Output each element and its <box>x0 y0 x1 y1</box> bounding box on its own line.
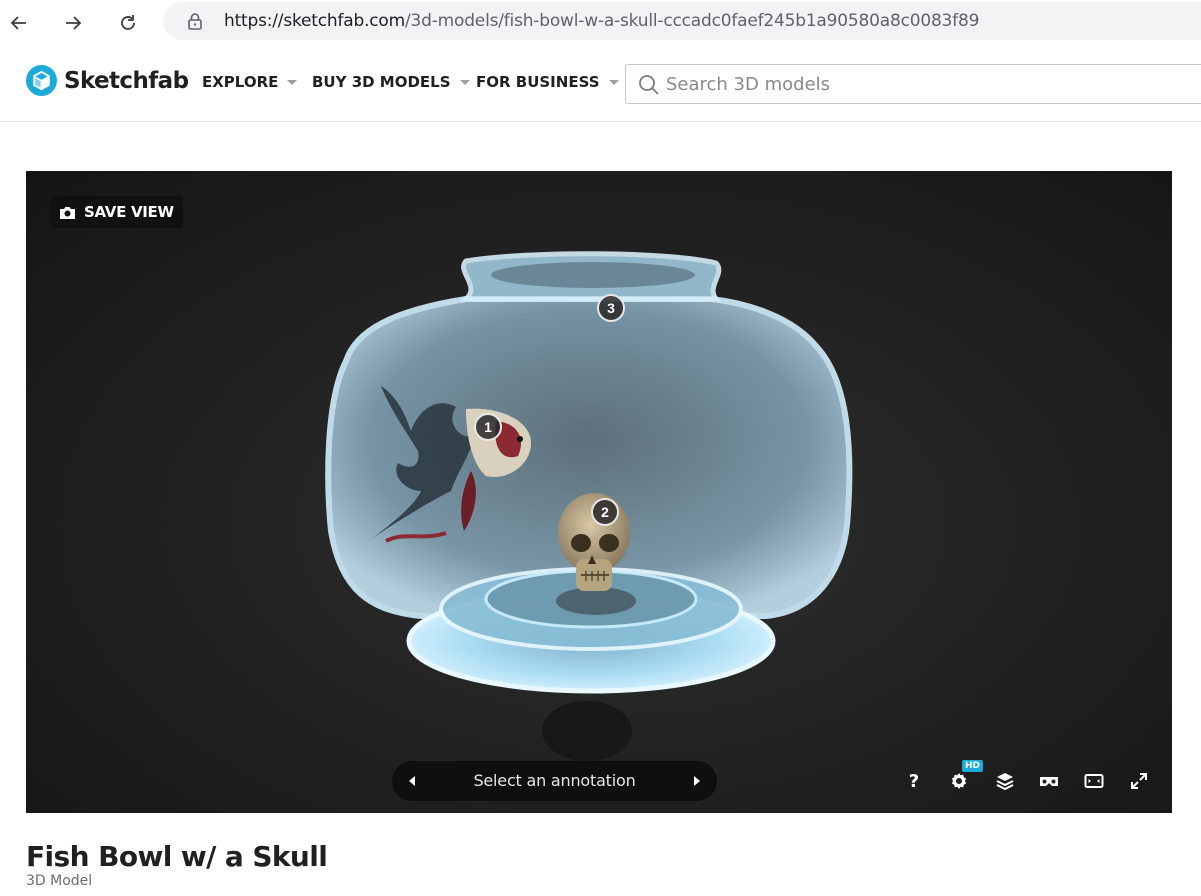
help-button[interactable]: ? <box>901 768 927 794</box>
triangle-left-icon <box>409 776 415 786</box>
hd-badge: HD <box>962 760 984 772</box>
caret-down-icon <box>608 79 619 85</box>
search-box[interactable] <box>625 64 1201 104</box>
menu-business-label: FOR BUSINESS <box>476 73 600 91</box>
search-input[interactable] <box>666 65 1201 103</box>
caret-down-icon <box>287 79 298 85</box>
vr-headset-icon <box>1040 777 1058 786</box>
search-icon <box>639 75 659 95</box>
annotation-label[interactable]: Select an annotation <box>432 771 677 790</box>
gear-icon <box>951 773 967 789</box>
camera-icon <box>60 206 75 219</box>
sketchfab-logo[interactable]: Sketchfab <box>26 65 189 96</box>
next-annotation-button[interactable] <box>687 771 707 791</box>
back-button[interactable] <box>4 8 34 38</box>
save-view-button[interactable]: SAVE VIEW <box>51 196 183 228</box>
site-header: Sketchfab EXPLORE BUY 3D MODELS FOR BUSI… <box>0 45 1201 122</box>
theater-mode-button[interactable] <box>1081 768 1107 794</box>
model-viewer[interactable]: 1 2 3 SAVE VIEW Select an annotation ? H… <box>26 171 1172 813</box>
menu-buy-label: BUY 3D MODELS <box>312 73 451 91</box>
annotation-hotspot-3[interactable]: 3 <box>597 294 625 322</box>
annotation-hotspot-2[interactable]: 2 <box>591 498 619 526</box>
url-text[interactable]: https://sketchfab.com/3d-models/fish-bow… <box>224 11 979 31</box>
annotation-navigator: Select an annotation <box>392 761 717 801</box>
sketchfab-logo-icon <box>26 65 57 96</box>
model-type-label: 3D Model <box>26 873 93 889</box>
vr-button[interactable] <box>1036 768 1062 794</box>
layers-button[interactable] <box>992 768 1018 794</box>
model-title: Fish Bowl w/ a Skull <box>26 840 328 873</box>
reload-button[interactable] <box>113 8 143 38</box>
fish-bowl-scene[interactable] <box>26 171 1172 813</box>
menu-explore[interactable]: EXPLORE <box>202 73 298 91</box>
caret-down-icon <box>459 79 470 85</box>
menu-buy-3d-models[interactable]: BUY 3D MODELS <box>312 73 470 91</box>
annotation-hotspot-1[interactable]: 1 <box>474 413 502 441</box>
url-path: /3d-models/fish-bowl-w-a-skull-cccadc0fa… <box>404 11 980 31</box>
triangle-right-icon <box>694 776 700 786</box>
url-host: https://sketchfab.com <box>224 11 405 31</box>
theater-mode-icon <box>1084 774 1104 788</box>
logo-text: Sketchfab <box>64 67 189 94</box>
menu-explore-label: EXPLORE <box>202 73 279 91</box>
fullscreen-icon <box>1131 773 1147 789</box>
previous-annotation-button[interactable] <box>402 771 422 791</box>
browser-toolbar: https://sketchfab.com/3d-models/fish-bow… <box>0 0 1201 45</box>
fullscreen-button[interactable] <box>1126 768 1152 794</box>
forward-button[interactable] <box>58 8 88 38</box>
layers-icon <box>996 773 1014 791</box>
arrow-right-icon <box>66 16 82 30</box>
menu-for-business[interactable]: FOR BUSINESS <box>476 73 619 91</box>
lock-icon <box>188 13 202 30</box>
save-view-label: SAVE VIEW <box>84 203 174 221</box>
arrow-left-icon <box>10 16 26 30</box>
reload-icon <box>121 15 135 30</box>
